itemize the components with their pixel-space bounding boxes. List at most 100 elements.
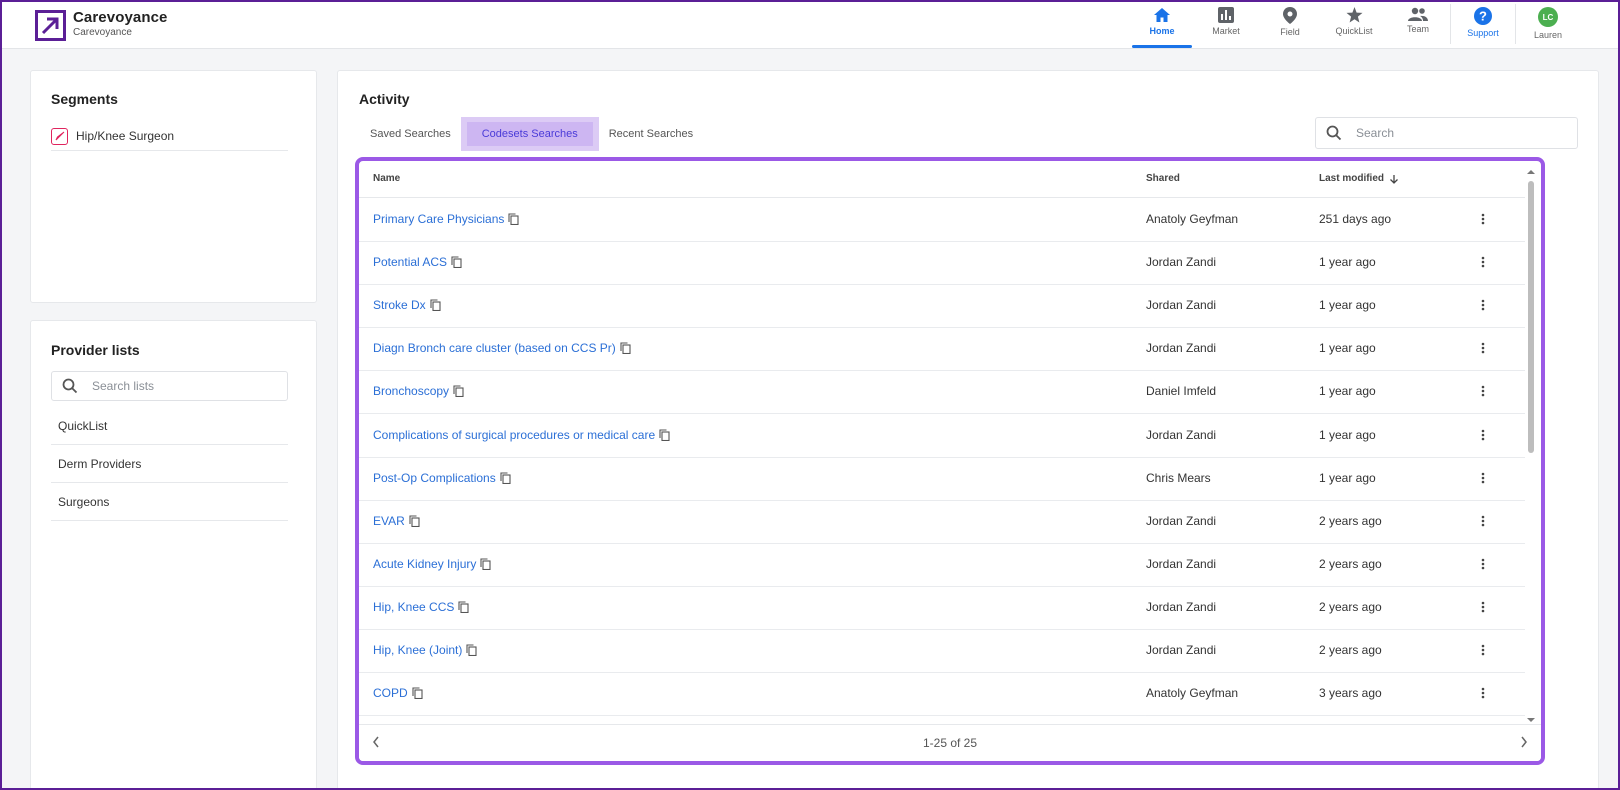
table-row[interactable]: EVAR Jordan Zandi 2 years ago (359, 500, 1525, 544)
carevoyance-logo-icon[interactable] (35, 10, 66, 41)
table-row[interactable]: Hip, Knee (Joint) Jordan Zandi 2 years ago (359, 629, 1525, 673)
chevron-right-icon[interactable] (1519, 735, 1529, 749)
segment-item[interactable]: Hip/Knee Surgeon (51, 122, 288, 151)
search-icon (1326, 125, 1342, 141)
codeset-name-link[interactable]: Potential ACS (373, 255, 462, 269)
scalpel-icon (51, 127, 68, 145)
tab-recent-searches[interactable]: Recent Searches (599, 117, 703, 151)
copy-icon[interactable] (659, 428, 670, 441)
table-row[interactable]: Complications of surgical procedures or … (359, 414, 1525, 458)
column-last-modified-label: Last modified (1319, 173, 1385, 184)
codeset-name-link[interactable]: COPD (373, 686, 423, 700)
nav-profile[interactable]: LC Lauren (1516, 0, 1580, 48)
svg-text:?: ? (1479, 9, 1487, 24)
table-row[interactable]: Bronchoscopy Daniel Imfeld 1 year ago (359, 370, 1525, 415)
copy-icon[interactable] (409, 515, 420, 527)
activity-search[interactable] (1315, 117, 1578, 149)
table-row[interactable]: Acute Kidney Injury Jordan Zandi 2 years a… (359, 543, 1525, 587)
scroll-down-icon[interactable] (1527, 717, 1535, 723)
codeset-name-link[interactable]: Diagn Bronch care cluster (based on CCS … (373, 341, 631, 355)
more-options-icon[interactable] (1476, 426, 1490, 444)
codeset-name-link[interactable]: Stroke Dx (373, 298, 441, 312)
scrollbar-thumb[interactable] (1528, 181, 1534, 453)
more-options-icon[interactable] (1476, 684, 1490, 702)
main-nav: Home Market Field QuickList Team ? Suppo… (1130, 0, 1580, 48)
more-options-icon[interactable] (1476, 598, 1490, 616)
nav-support[interactable]: ? Support (1451, 0, 1515, 48)
activity-search-input[interactable] (1354, 125, 1568, 141)
nav-market[interactable]: Market (1194, 0, 1258, 48)
codeset-name-link[interactable]: Hip, Knee (Joint) (373, 643, 477, 657)
last-modified: 1 year ago (1319, 427, 1376, 442)
copy-icon[interactable] (480, 558, 491, 570)
table-row[interactable]: Post-Op Complications Chris Mears 1 year a… (359, 457, 1525, 501)
codeset-name: COPD (373, 686, 408, 701)
copy-icon[interactable] (508, 213, 519, 225)
copy-icon[interactable] (458, 601, 469, 613)
copy-icon[interactable] (620, 342, 631, 355)
copy-icon[interactable] (412, 687, 423, 700)
provider-lists-search[interactable] (51, 371, 288, 401)
tab-codesets-searches[interactable]: Codesets Searches (460, 117, 599, 151)
shared-by: Jordan Zandi (1146, 427, 1217, 442)
nav-home[interactable]: Home (1130, 0, 1194, 48)
more-options-icon[interactable] (1476, 469, 1490, 487)
nav-profile-label: Lauren (1533, 30, 1563, 40)
more-options-icon[interactable] (1476, 210, 1490, 228)
provider-list-item[interactable]: QuickList (51, 408, 288, 445)
codeset-name-link[interactable]: Primary Care Physicians (373, 212, 519, 226)
provider-list-item[interactable]: Surgeons (51, 484, 288, 521)
copy-icon[interactable] (451, 256, 462, 269)
copy-icon[interactable] (430, 299, 441, 312)
scroll-up-icon[interactable] (1527, 169, 1535, 175)
table-row[interactable]: Diagn Bronch care cluster (based on CCS … (359, 327, 1525, 372)
arrow-down-icon (1390, 174, 1398, 184)
nav-quicklist[interactable]: QuickList (1322, 0, 1386, 48)
table-scrollbar[interactable] (1527, 169, 1535, 723)
more-options-icon[interactable] (1476, 296, 1490, 314)
codeset-name: Primary Care Physicians (373, 212, 505, 226)
more-options-icon[interactable] (1476, 641, 1490, 659)
shared-by: Jordan Zandi (1146, 341, 1217, 356)
copy-icon[interactable] (500, 472, 511, 484)
more-options-icon[interactable] (1476, 512, 1490, 530)
column-name[interactable]: Name (373, 173, 400, 184)
table-row[interactable]: Primary Care Physicians Anatoly Geyfman 25… (359, 198, 1525, 242)
more-options-icon[interactable] (1476, 555, 1490, 573)
column-last-modified[interactable]: Last modified (1319, 173, 1399, 184)
codeset-name-link[interactable]: EVAR (373, 514, 420, 528)
tab-saved-searches[interactable]: Saved Searches (360, 117, 461, 151)
shared-by: Jordan Zandi (1146, 255, 1217, 270)
codeset-name-link[interactable]: Complications of surgical procedures or … (373, 428, 670, 442)
brand-subtitle: Carevoyance (73, 27, 132, 38)
more-options-icon[interactable] (1476, 339, 1490, 357)
nav-team[interactable]: Team (1386, 0, 1450, 48)
avatar: LC (1538, 7, 1558, 27)
copy-icon[interactable] (466, 644, 477, 656)
copy-icon[interactable] (453, 385, 464, 398)
provider-list-item[interactable]: Derm Providers (51, 446, 288, 483)
last-modified: 3 years ago (1319, 686, 1382, 701)
column-shared[interactable]: Shared (1146, 173, 1180, 184)
nav-field[interactable]: Field (1258, 0, 1322, 48)
table-row[interactable]: Potential ACS Jordan Zandi 1 year ago (359, 241, 1525, 286)
shared-by: Jordan Zandi (1146, 513, 1217, 528)
more-options-icon[interactable] (1476, 382, 1490, 400)
help-icon: ? (1474, 7, 1492, 25)
brand: Carevoyance Carevoyance (73, 9, 168, 38)
table-row[interactable]: Hip, Knee CCS Jordan Zandi 2 years ago (359, 586, 1525, 630)
last-modified: 1 year ago (1319, 298, 1376, 313)
table-row[interactable]: PCSAnatoly Geyfman3 years ago (359, 715, 1525, 723)
codeset-name-link[interactable]: Hip, Knee CCS (373, 600, 469, 614)
table-row[interactable]: COPD Anatoly Geyfman 3 years ago (359, 672, 1525, 717)
search-lists-input[interactable] (90, 378, 274, 394)
more-options-icon[interactable] (1476, 253, 1490, 271)
codeset-name: Complications of surgical procedures or … (373, 427, 656, 442)
top-header: Carevoyance Carevoyance Home Market Fiel… (0, 0, 1620, 49)
codeset-name-link[interactable]: Post-Op Complications (373, 471, 511, 485)
last-modified: 2 years ago (1319, 556, 1382, 571)
codeset-name-link[interactable]: Bronchoscopy (373, 384, 464, 398)
nav-quicklist-label: QuickList (1335, 26, 1373, 36)
codeset-name-link[interactable]: Acute Kidney Injury (373, 557, 491, 571)
table-row[interactable]: Stroke Dx Jordan Zandi 1 year ago (359, 284, 1525, 329)
